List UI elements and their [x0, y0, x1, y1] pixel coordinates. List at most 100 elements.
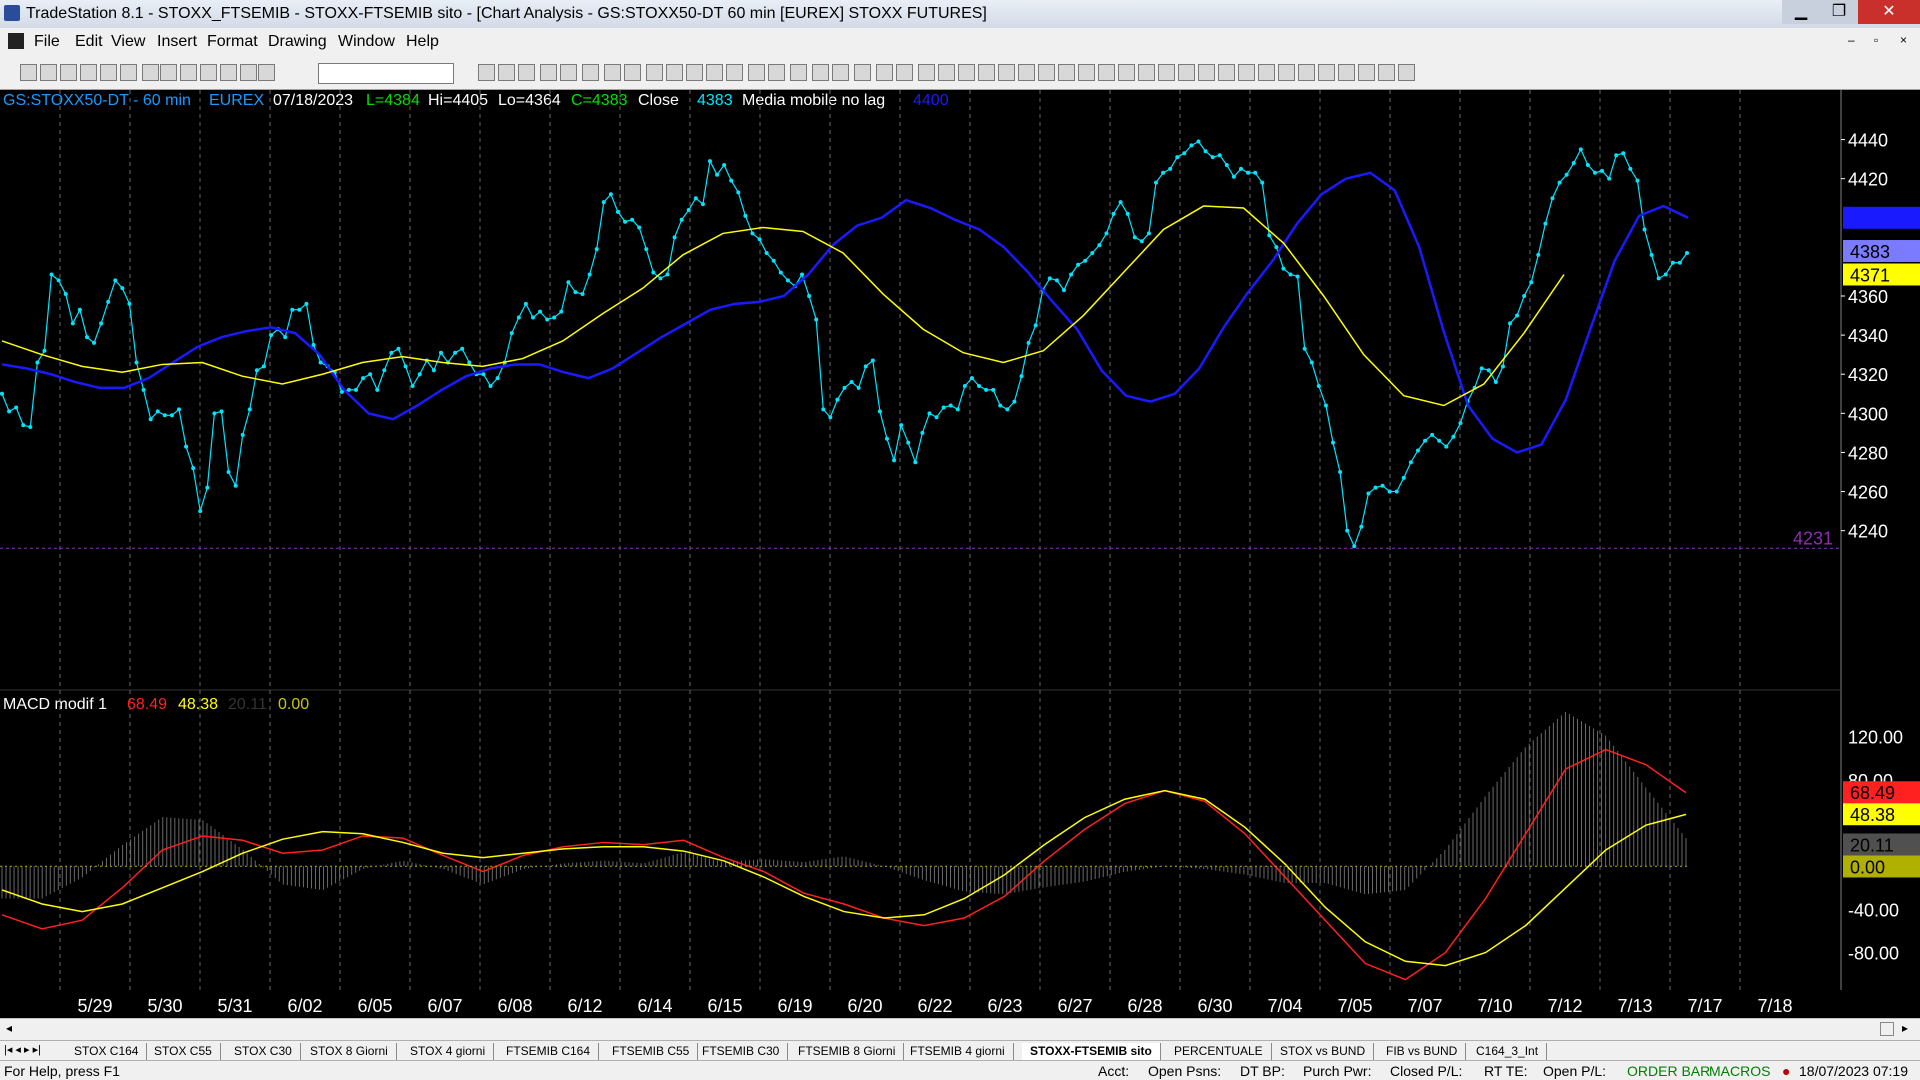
toolbar-button-icon-25[interactable] — [726, 64, 743, 81]
toolbar-button-icon-29[interactable] — [812, 64, 829, 81]
menu-edit[interactable]: Edit — [75, 33, 103, 51]
tab-3[interactable]: STOX 8 Giorni — [302, 1043, 397, 1060]
toolbar-button-icon-24[interactable] — [706, 64, 723, 81]
toolbar-button-icon-22[interactable] — [666, 64, 683, 81]
toolbar-button-icon-3[interactable] — [80, 64, 97, 81]
status-order-bar[interactable]: ORDER BAR — [1627, 1063, 1710, 1079]
mdi-close-icon[interactable]: × — [1900, 33, 1907, 47]
toolbar-button-icon-2[interactable] — [60, 64, 77, 81]
toolbar-button-icon-20[interactable] — [624, 64, 641, 81]
toolbar-button-icon-8[interactable] — [180, 64, 197, 81]
toolbar-button-icon-44[interactable] — [1118, 64, 1135, 81]
tab-nav-icons[interactable]: |◂ ◂ ▸ ▸| — [4, 1043, 41, 1056]
toolbar-button-icon-56[interactable] — [1358, 64, 1375, 81]
symbol-combo[interactable] — [318, 63, 454, 84]
toolbar-button-icon-17[interactable] — [560, 64, 577, 81]
toolbar-button-icon-40[interactable] — [1038, 64, 1055, 81]
tab-0[interactable]: STOX C164 — [66, 1043, 148, 1060]
toolbar-button-icon-54[interactable] — [1318, 64, 1335, 81]
menu-help[interactable]: Help — [406, 33, 439, 51]
toolbar-button-icon-50[interactable] — [1238, 64, 1255, 81]
maximize-button[interactable]: ❐ — [1820, 0, 1858, 24]
toolbar-button-icon-1[interactable] — [40, 64, 57, 81]
scroll-right-icon[interactable]: ▸ — [1902, 1021, 1908, 1035]
toolbar-button-icon-32[interactable] — [876, 64, 893, 81]
toolbar-button-icon-39[interactable] — [1018, 64, 1035, 81]
toolbar-button-icon-33[interactable] — [896, 64, 913, 81]
toolbar-button-icon-28[interactable] — [790, 64, 807, 81]
scroll-thumb[interactable] — [1880, 1022, 1894, 1036]
horizontal-scrollbar[interactable]: ◂ ▸ — [0, 1018, 1920, 1040]
close-point — [453, 350, 458, 355]
toolbar-button-icon-58[interactable] — [1398, 64, 1415, 81]
toolbar-button-icon-6[interactable] — [142, 64, 159, 81]
minimize-button[interactable]: ▁ — [1782, 0, 1820, 24]
toolbar-button-icon-36[interactable] — [958, 64, 975, 81]
chart-icon[interactable] — [8, 33, 24, 49]
toolbar-button-icon-49[interactable] — [1218, 64, 1235, 81]
menu-view[interactable]: View — [111, 33, 145, 51]
toolbar-button-icon-0[interactable] — [20, 64, 37, 81]
toolbar-button-icon-11[interactable] — [240, 64, 257, 81]
tab-12[interactable]: STOX vs BUND — [1272, 1043, 1375, 1060]
toolbar-button-icon-13[interactable] — [478, 64, 495, 81]
toolbar-button-icon-7[interactable] — [160, 64, 177, 81]
toolbar-button-icon-43[interactable] — [1098, 64, 1115, 81]
menu-insert[interactable]: Insert — [157, 33, 197, 51]
tab-10[interactable]: STOXX-FTSEMIB sito — [1022, 1043, 1161, 1060]
mdi-minimize-icon[interactable]: – — [1848, 33, 1855, 47]
scroll-left-icon[interactable]: ◂ — [6, 1021, 12, 1035]
toolbar-button-icon-52[interactable] — [1278, 64, 1295, 81]
mdi-restore-icon[interactable]: ▫ — [1874, 33, 1878, 47]
toolbar-button-icon-10[interactable] — [220, 64, 237, 81]
menu-file[interactable]: File — [34, 33, 60, 51]
toolbar-button-icon-19[interactable] — [604, 64, 621, 81]
menu-window[interactable]: Window — [338, 33, 395, 51]
toolbar-button-icon-16[interactable] — [540, 64, 557, 81]
toolbar-button-icon-5[interactable] — [120, 64, 137, 81]
close-button[interactable]: ✕ — [1858, 0, 1920, 24]
tab-6[interactable]: FTSEMIB C55 — [604, 1043, 699, 1060]
tab-11[interactable]: PERCENTUALE — [1166, 1043, 1272, 1060]
toolbar-button-icon-53[interactable] — [1298, 64, 1315, 81]
toolbar-button-icon-47[interactable] — [1178, 64, 1195, 81]
toolbar-button-icon-9[interactable] — [200, 64, 217, 81]
tab-14[interactable]: C164_3_Int — [1468, 1043, 1548, 1060]
toolbar-button-icon-51[interactable] — [1258, 64, 1275, 81]
toolbar-button-icon-48[interactable] — [1198, 64, 1215, 81]
chart-area[interactable]: GS:STOXX50-DT - 60 min EUREX 07/18/2023 … — [0, 90, 1920, 1026]
toolbar-button-icon-41[interactable] — [1058, 64, 1075, 81]
tab-7[interactable]: FTSEMIB C30 — [694, 1043, 789, 1060]
toolbar-button-icon-23[interactable] — [686, 64, 703, 81]
toolbar-button-icon-35[interactable] — [938, 64, 955, 81]
toolbar-button-icon-45[interactable] — [1138, 64, 1155, 81]
toolbar-button-icon-18[interactable] — [582, 64, 599, 81]
status-macros[interactable]: MACROS — [1709, 1063, 1770, 1079]
tab-4[interactable]: STOX 4 giorni — [402, 1043, 495, 1060]
tab-2[interactable]: STOX C30 — [226, 1043, 301, 1060]
tab-8[interactable]: FTSEMIB 8 Giorni — [790, 1043, 905, 1060]
toolbar-button-icon-31[interactable] — [854, 64, 871, 81]
tab-9[interactable]: FTSEMIB 4 giorni — [902, 1043, 1014, 1060]
toolbar-button-icon-12[interactable] — [258, 64, 275, 81]
toolbar-button-icon-34[interactable] — [918, 64, 935, 81]
toolbar-button-icon-27[interactable] — [768, 64, 785, 81]
menu-format[interactable]: Format — [207, 33, 258, 51]
toolbar-button-icon-37[interactable] — [978, 64, 995, 81]
toolbar-button-icon-55[interactable] — [1338, 64, 1355, 81]
toolbar-button-icon-42[interactable] — [1078, 64, 1095, 81]
toolbar-button-icon-38[interactable] — [998, 64, 1015, 81]
tab-1[interactable]: STOX C55 — [146, 1043, 221, 1060]
toolbar-button-icon-21[interactable] — [646, 64, 663, 81]
toolbar-button-icon-14[interactable] — [498, 64, 515, 81]
toolbar-button-icon-15[interactable] — [518, 64, 535, 81]
menu-drawing[interactable]: Drawing — [268, 33, 327, 51]
toolbar-button-icon-46[interactable] — [1158, 64, 1175, 81]
toolbar-button-icon-26[interactable] — [748, 64, 765, 81]
toolbar-button-icon-30[interactable] — [832, 64, 849, 81]
toolbar-button-icon-4[interactable] — [100, 64, 117, 81]
toolbar-button-icon-57[interactable] — [1378, 64, 1395, 81]
tab-5[interactable]: FTSEMIB C164 — [498, 1043, 600, 1060]
tab-13[interactable]: FIB vs BUND — [1378, 1043, 1467, 1060]
chart-canvas[interactable]: GS:STOXX50-DT - 60 min EUREX 07/18/2023 … — [0, 90, 1920, 1026]
